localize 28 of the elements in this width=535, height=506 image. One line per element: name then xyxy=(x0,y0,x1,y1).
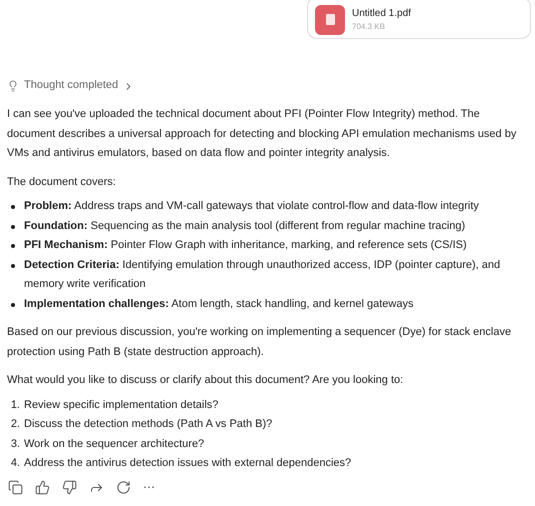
thought-toggle[interactable]: Thought completed xyxy=(7,76,134,96)
file-size: 704.3 KB xyxy=(352,20,386,32)
bullet-text: Foundation: Sequencing as the main analysis tool (different from regular machine tracing) xyxy=(24,218,466,234)
question-paragraph: What would you like to discuss or clarify about this document? Are you looking to: xyxy=(7,373,404,388)
bullet-text: Detection Criteria: Identifying emulation through unauthorized access, IDP (pointer capture), and memory write verification xyxy=(24,258,502,292)
bullet-text: PFI Mechanism: Pointer Flow Graph with inheritance, marking, and reference sets (CS/IS) xyxy=(24,238,467,253)
retry-icon[interactable] xyxy=(116,480,131,494)
option-text: Work on the sequencer architecture? xyxy=(24,436,204,452)
lightbulb-icon xyxy=(7,80,19,92)
list-number: 4. xyxy=(10,456,21,471)
thumbs-up-icon[interactable] xyxy=(35,480,50,494)
thumbs-down-icon[interactable] xyxy=(62,480,77,494)
section-heading: The document covers: xyxy=(7,174,117,190)
option-text: Address the antivirus detection issues with external dependencies? xyxy=(24,456,352,471)
list-number: 2. xyxy=(10,417,21,432)
pdf-file-icon xyxy=(315,4,345,34)
intro-paragraph: I can see you've uploaded the technical document about PFI (Pointer Flow Integrity) method. The document describes a universal approach for detecting and blocking API emulation mechanisms used by VMs and antivirus emulators, based on data flow and pointer integrity analysis. xyxy=(7,107,518,161)
file-card[interactable]: Untitled 1.pdf 704.3 KB xyxy=(307,0,531,39)
bullet-text: Problem: Address traps and VM-call gateways that violate control-flow and data-flow integrity xyxy=(24,199,479,214)
copy-icon[interactable] xyxy=(8,480,23,494)
bullet-text: Implementation challenges: Atom length, stack handling, and kernel gateways xyxy=(24,296,414,312)
context-paragraph: Based on our previous discussion, you're working on implementing a sequencer (Dye) for stack enclave protection using Path B (state destruction approach). xyxy=(7,325,512,360)
more-button[interactable]: ⋯ xyxy=(143,480,155,494)
option-text: Review specific implementation details? xyxy=(24,398,218,412)
file-name: Untitled 1.pdf xyxy=(352,6,411,20)
list-number: 1. xyxy=(10,398,21,412)
list-number: 3. xyxy=(10,436,21,452)
option-text: Discuss the detection methods (Path A vs Path B)? xyxy=(24,417,272,432)
